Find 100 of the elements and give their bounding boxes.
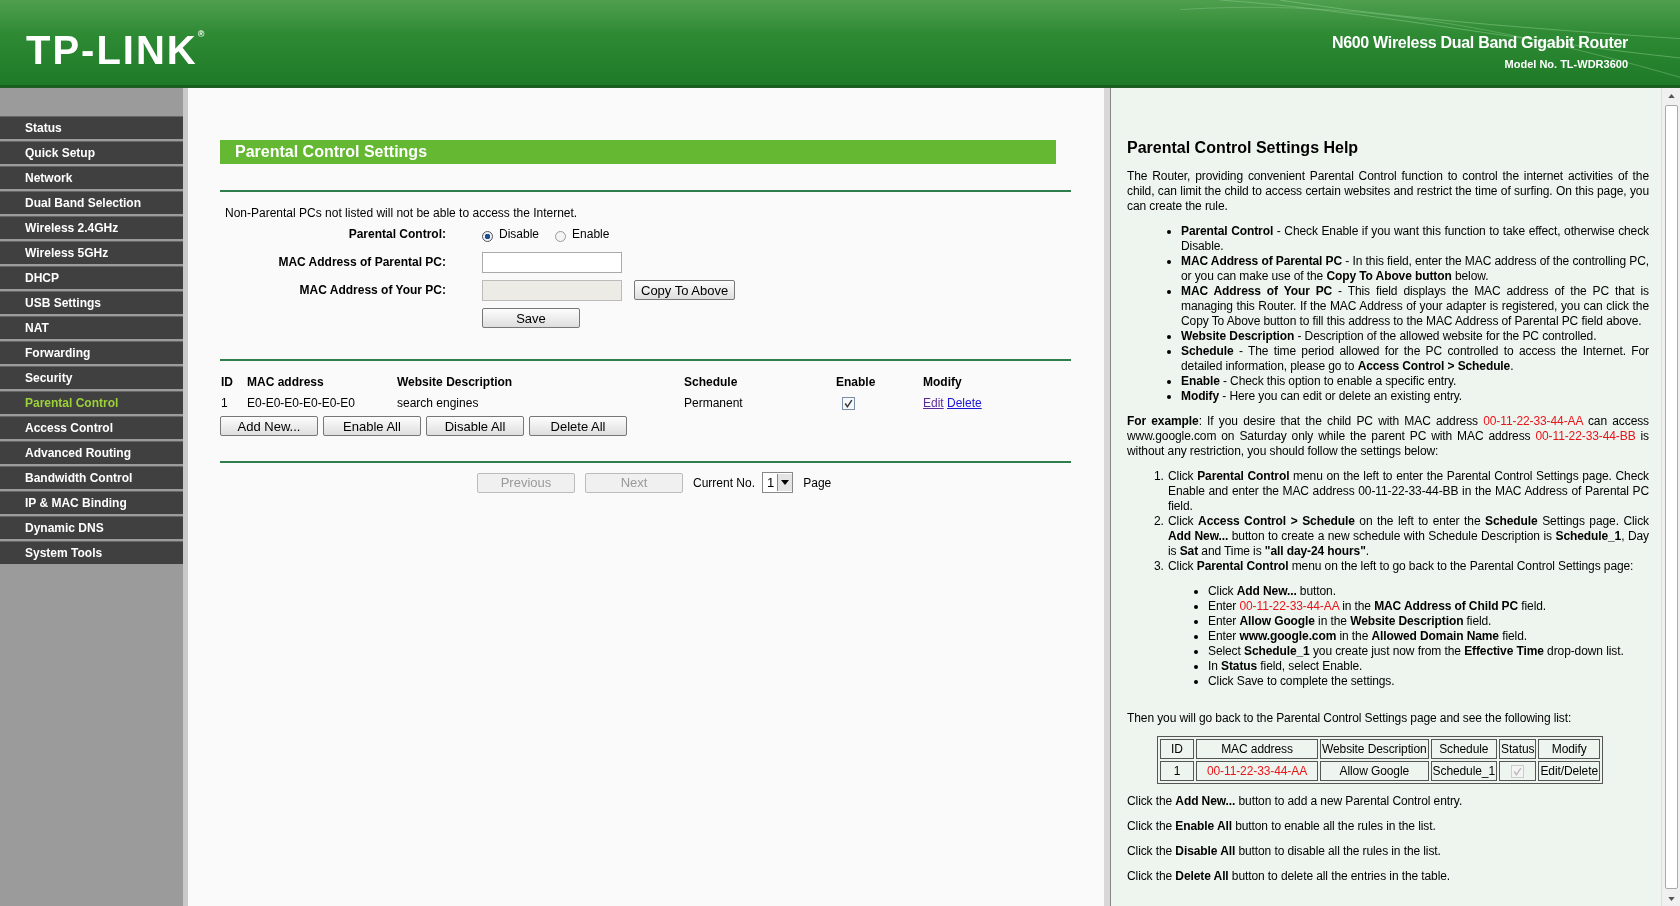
help-step: Click Parental Control menu on the left to go back to the Parental Control Settings page: <box>1168 559 1649 574</box>
delete-link[interactable]: Delete <box>947 396 982 410</box>
checkbox[interactable] <box>842 397 855 411</box>
edit-link[interactable]: Edit <box>923 396 944 410</box>
scroll-thumb[interactable] <box>1664 105 1678 889</box>
column-header: ID <box>220 374 234 391</box>
help-paragraph: For example: If you desire that the child PC with MAC address 00-11-22-33-44-AA can access www.google.com on Saturday only while the parent PC with MAC address 00-11-22-33-44-BB is without any restriction, you should follow the settings below: <box>1127 414 1649 459</box>
sidebar-item[interactable]: Dynamic DNS <box>0 516 183 539</box>
radio-label: Disable <box>499 227 540 241</box>
input-field[interactable] <box>482 251 622 273</box>
table-cell-text: search engines <box>396 395 480 412</box>
sidebar-item[interactable]: Bandwidth Control <box>0 466 183 489</box>
sidebar-item[interactable]: Advanced Routing <box>0 441 183 464</box>
sidebar-item[interactable]: USB Settings <box>0 291 183 314</box>
help-bullet: Website Description - Description of the allowed website for the PC controlled. <box>1181 329 1598 344</box>
action-button[interactable]: Delete All <box>529 416 627 436</box>
page-select[interactable]: 1 <box>762 472 794 493</box>
help-bullet: Enable - Check this option to enable a specific entry. <box>1181 374 1458 389</box>
radio-option[interactable]: Disable <box>482 227 540 241</box>
table-cell: 00-11-22-33-44-AA <box>1196 761 1318 781</box>
bullet-icon <box>1194 590 1198 594</box>
sidebar-item[interactable]: Security <box>0 366 183 389</box>
help-step: Click Parental Control menu on the left to enter the Parental Control Settings page. Check Enable and enter the MAC address 00-11-22-33-44-BB in the MAC Address of Parental PC field. <box>1168 469 1649 514</box>
field-label: MAC Address of Parental PC: <box>277 255 446 269</box>
column-header: Schedule <box>683 374 739 391</box>
help-bullet: MAC Address of Your PC - This field displays the MAC address of the PC that is managing this Router. If the MAC Address of your adapter is registered, you can click the Copy To Above button to fill this address to the MAC Address of Parental PC field above. <box>1181 284 1649 329</box>
sidebar-item[interactable]: Network <box>0 166 183 189</box>
bullet-icon <box>1167 230 1171 234</box>
bullet-icon <box>1194 605 1198 609</box>
step-number: 2. <box>1154 514 1165 530</box>
radio-label: Enable <box>572 227 610 241</box>
sidebar-item[interactable]: Access Control <box>0 416 183 439</box>
help-paragraph: Then you will go back to the Parental Control Settings page and see the following list: <box>1127 711 1573 726</box>
action-button[interactable]: Enable All <box>323 416 421 436</box>
bullet-icon <box>1194 650 1198 654</box>
help-bullet: Enter www.google.com in the Allowed Domain Name field. <box>1208 629 1528 644</box>
column-header: Modify <box>1538 739 1600 759</box>
sidebar-item[interactable]: Dual Band Selection <box>0 191 183 214</box>
notice-text: Non-Parental PCs not listed will not be able to access the Internet. <box>225 206 579 220</box>
help-bullet: Enter Allow Google in the Website Description field. <box>1208 614 1493 629</box>
sidebar-item[interactable]: IP & MAC Binding <box>0 491 183 514</box>
help-step: Click Access Control > Schedule on the left to enter the Schedule Settings page. Click Add New... button to create a new schedule with Schedule Description is Schedule_1, Day is Sat and Time is "all day-24 hours". <box>1168 514 1649 559</box>
save-button[interactable]: Save <box>482 308 580 328</box>
radio-icon[interactable] <box>482 230 493 242</box>
column-header: Modify <box>922 374 963 391</box>
table-cell: Allow Google <box>1320 761 1429 781</box>
sidebar-item[interactable]: Forwarding <box>0 341 183 364</box>
field-label: MAC Address of Your PC: <box>298 283 446 297</box>
column-header: Enable <box>835 374 877 391</box>
column-header: Schedule <box>1430 739 1497 759</box>
copy-button[interactable]: Copy To Above <box>634 280 736 300</box>
help-bullet: MAC Address of Parental PC - In this field, enter the MAC address of the controlling PC, or you can make use of the Copy To Above button below. <box>1181 254 1649 284</box>
model-number: Model No. TL-WDR3600 <box>1503 58 1628 70</box>
column-header: Website Description <box>396 374 514 391</box>
column-header: Website Description <box>1320 739 1429 759</box>
table-cell: Schedule_1 <box>1430 761 1497 781</box>
sidebar-item[interactable]: Wireless 2.4GHz <box>0 216 183 239</box>
help-bullet: Parental Control - Check Enable if you want this function to take effect, otherwise check Disable. <box>1181 224 1649 254</box>
radio-icon[interactable] <box>555 230 567 242</box>
bullet-icon <box>1167 335 1171 339</box>
help-paragraph: Click the Add New... button to add a new Parental Control entry. <box>1127 794 1464 809</box>
step-number: 3. <box>1154 559 1165 574</box>
column-header: ID <box>1160 739 1194 759</box>
sidebar-item[interactable]: Wireless 5GHz <box>0 241 183 264</box>
step-number: 1. <box>1154 469 1165 485</box>
table-cell: Edit/Delete <box>1538 761 1600 781</box>
help-bullet: Select Schedule_1 you create just now from the Effective Time drop-down list. <box>1208 644 1625 659</box>
action-button[interactable]: Add New... <box>220 416 318 436</box>
table-cell-text: Permanent <box>683 395 744 412</box>
sidebar-item[interactable]: Quick Setup <box>0 141 183 164</box>
bullet-icon <box>1167 395 1171 399</box>
help-title: Parental Control Settings Help <box>1127 140 1360 155</box>
sidebar-item[interactable]: DHCP <box>0 266 183 289</box>
help-bullet: Modify - Here you can edit or delete an existing entry. <box>1181 389 1464 404</box>
sidebar-item[interactable]: Parental Control <box>0 391 183 414</box>
help-bullet: Click Add New... button. <box>1208 584 1337 599</box>
bullet-icon <box>1194 665 1198 669</box>
action-button[interactable]: Disable All <box>426 416 524 436</box>
logo: TP-LINK$^{®}$ <box>26 30 207 70</box>
bullet-icon <box>1167 350 1171 354</box>
scrollbar[interactable] <box>1661 88 1680 906</box>
bullet-icon <box>1194 635 1198 639</box>
sidebar-item[interactable]: Status <box>0 116 183 139</box>
bullet-icon <box>1167 260 1171 264</box>
help-paragraph: The Router, providing convenient Parental Control function to control the internet activities of the child, can limit the child to access certain websites and restrict the time of surfing. On this page, you can create the rule. <box>1127 169 1649 214</box>
sidebar-item[interactable]: System Tools <box>0 541 183 564</box>
table-cell: 1 <box>1160 761 1194 781</box>
current-label: Current No. <box>693 475 756 490</box>
help-bullet: Enter 00-11-22-33-44-AA in the MAC Address of Child PC field. <box>1208 599 1548 614</box>
bullet-icon <box>1167 290 1171 294</box>
help-bullet: In Status field, select Enable. <box>1208 659 1364 674</box>
bullet-icon <box>1167 380 1171 384</box>
column-header: MAC address <box>1196 739 1318 759</box>
page-label: Page <box>803 475 832 490</box>
bullet-icon <box>1194 680 1198 684</box>
column-header: Status <box>1499 739 1537 759</box>
radio-option[interactable]: Enable <box>555 227 610 241</box>
field-label: Parental Control: <box>347 227 446 241</box>
table-cell-text: E0-E0-E0-E0-E0-E0 <box>246 395 357 412</box>
sidebar-item[interactable]: NAT <box>0 316 183 339</box>
